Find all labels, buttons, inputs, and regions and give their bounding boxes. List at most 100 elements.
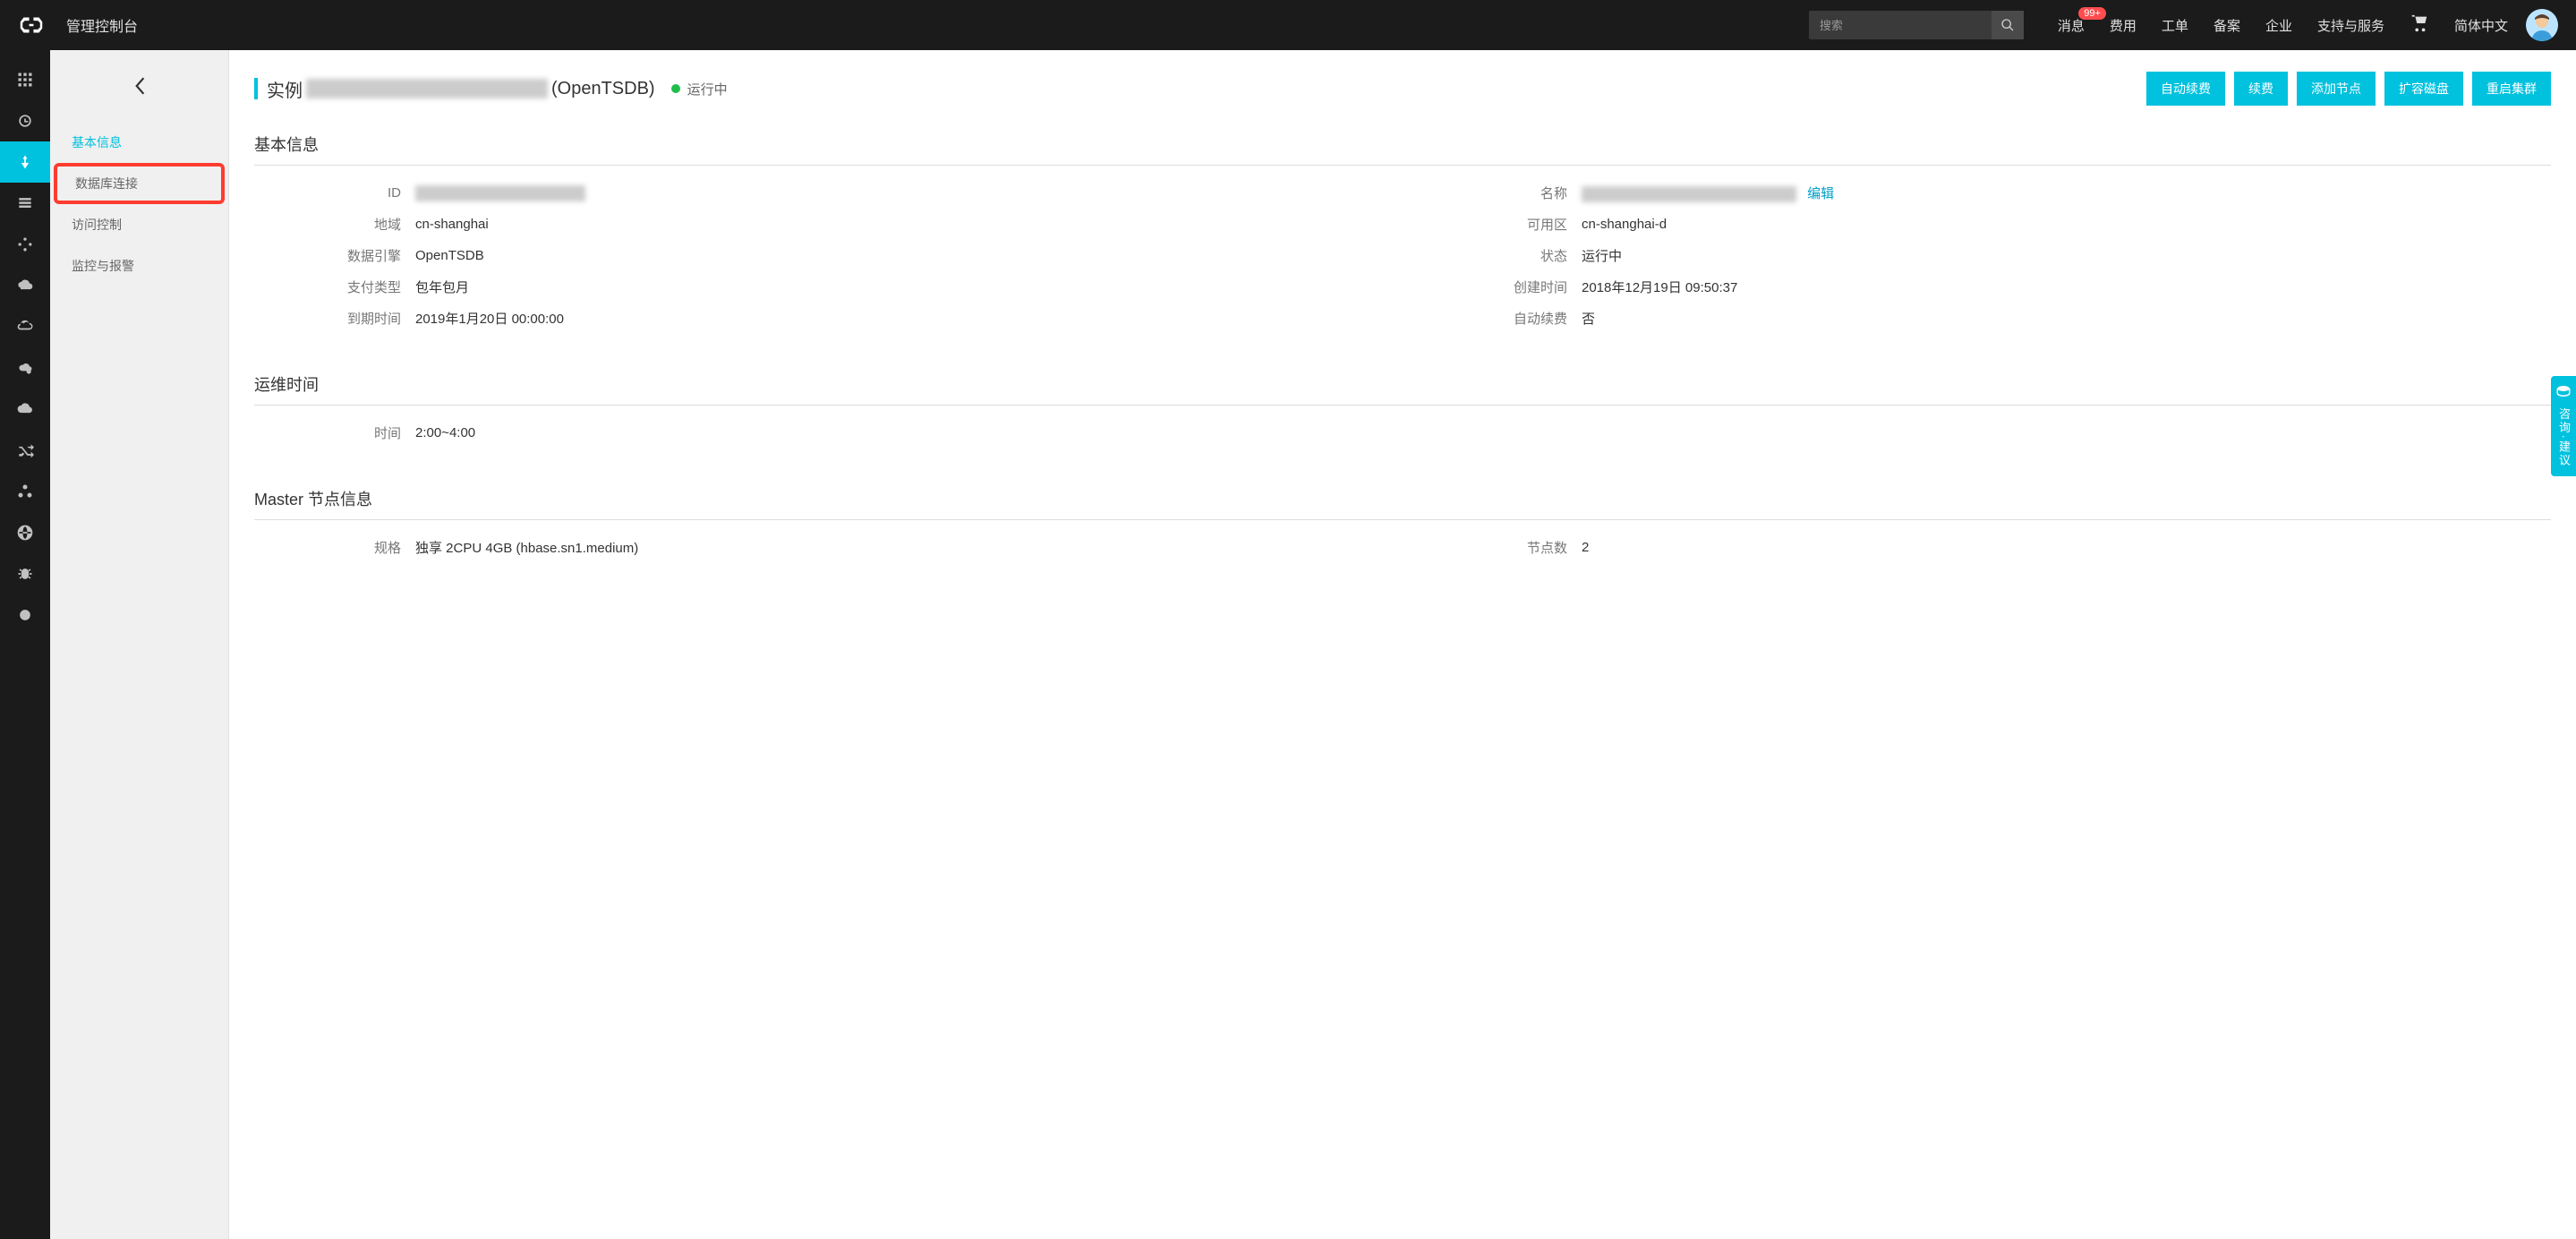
cloud-icon bbox=[16, 277, 34, 295]
side-help-text: 咨询·建议 bbox=[2557, 408, 2571, 467]
value-spec: 独享 2CPU 4GB (hbase.sn1.medium) bbox=[415, 538, 638, 557]
nav-beian[interactable]: 备案 bbox=[2213, 16, 2240, 35]
value-name: 编辑 bbox=[1582, 184, 1834, 202]
menu-sidebar: 基本信息 数据库连接 访问控制 监控与报警 bbox=[50, 50, 229, 1239]
add-node-button[interactable]: 添加节点 bbox=[2297, 72, 2376, 106]
cart-icon[interactable] bbox=[2410, 13, 2429, 38]
row-spec: 规格 独享 2CPU 4GB (hbase.sn1.medium) bbox=[254, 538, 1385, 557]
label-spec: 规格 bbox=[254, 538, 415, 557]
page-header: 实例 (OpenTSDB) 运行中 自动续费 续费 添加节点 扩容磁盘 重启集群 bbox=[254, 72, 2551, 106]
ops-grid: 时间 2:00~4:00 bbox=[254, 423, 2551, 442]
menu-item-db-connection[interactable]: 数据库连接 bbox=[54, 163, 225, 204]
value-payment: 包年包月 bbox=[415, 278, 469, 296]
content-area: 实例 (OpenTSDB) 运行中 自动续费 续费 添加节点 扩容磁盘 重启集群… bbox=[229, 50, 2576, 1239]
section-title-ops: 运维时间 bbox=[254, 372, 2551, 406]
value-expire: 2019年1月20日 00:00:00 bbox=[415, 309, 564, 328]
sidebar-icon-cloud2[interactable] bbox=[0, 306, 50, 347]
sidebar-icon-nodes[interactable] bbox=[0, 471, 50, 512]
renew-button[interactable]: 续费 bbox=[2234, 72, 2288, 106]
globe-icon bbox=[16, 524, 34, 542]
section-basic-info: 基本信息 ID 名称 编辑 地域 cn-shanghai bbox=[254, 132, 2551, 328]
sidebar-icon-cross[interactable] bbox=[0, 430, 50, 471]
auto-renew-button[interactable]: 自动续费 bbox=[2146, 72, 2225, 106]
sidebar-icon-database[interactable] bbox=[0, 183, 50, 224]
row-engine: 数据引擎 OpenTSDB bbox=[254, 246, 1385, 265]
value-status: 运行中 bbox=[1582, 246, 1622, 265]
value-engine: OpenTSDB bbox=[415, 248, 484, 263]
sidebar-icon-cloud3[interactable] bbox=[0, 347, 50, 389]
page-title-prefix: 实例 bbox=[267, 76, 303, 102]
row-expire: 到期时间 2019年1月20日 00:00:00 bbox=[254, 309, 1385, 328]
search-icon bbox=[2000, 18, 2015, 32]
row-auto-renew: 自动续费 否 bbox=[1420, 309, 2551, 328]
top-header: 管理控制台 消息 99+ 费用 工单 备案 企业 支持与服务 简体中文 bbox=[0, 0, 2576, 50]
menu-item-basic-info[interactable]: 基本信息 bbox=[50, 122, 228, 163]
master-grid: 规格 独享 2CPU 4GB (hbase.sn1.medium) 节点数 2 bbox=[254, 538, 2551, 557]
label-status: 状态 bbox=[1420, 246, 1582, 265]
shuffle-icon bbox=[16, 441, 34, 459]
nav-enterprise[interactable]: 企业 bbox=[2265, 16, 2292, 35]
expand-disk-button[interactable]: 扩容磁盘 bbox=[2384, 72, 2463, 106]
row-region: 地域 cn-shanghai bbox=[254, 215, 1385, 234]
search-button[interactable] bbox=[1992, 11, 2024, 39]
back-button[interactable] bbox=[50, 50, 228, 122]
row-status: 状态 运行中 bbox=[1420, 246, 2551, 265]
side-help-tab[interactable]: 咨询·建议 bbox=[2551, 376, 2576, 476]
sidebar-icon-circle[interactable] bbox=[0, 594, 50, 636]
value-zone: cn-shanghai-d bbox=[1582, 217, 1667, 232]
section-ops-time: 运维时间 时间 2:00~4:00 bbox=[254, 372, 2551, 442]
nav-messages[interactable]: 消息 99+ bbox=[2058, 16, 2085, 35]
sidebar-icon-dots[interactable] bbox=[0, 224, 50, 265]
sidebar-icon-bug[interactable] bbox=[0, 553, 50, 594]
value-node-count: 2 bbox=[1582, 540, 1589, 555]
row-zone: 可用区 cn-shanghai-d bbox=[1420, 215, 2551, 234]
sidebar-icon-cloud4[interactable] bbox=[0, 389, 50, 430]
redacted-id bbox=[415, 185, 585, 201]
label-ops-time: 时间 bbox=[254, 423, 415, 442]
page-title-wrap: 实例 (OpenTSDB) 运行中 bbox=[254, 76, 2146, 102]
nav-support[interactable]: 支持与服务 bbox=[2317, 16, 2384, 35]
avatar-icon bbox=[2526, 9, 2558, 41]
status-dot-icon bbox=[671, 84, 680, 93]
search-input[interactable] bbox=[1809, 19, 1992, 32]
menu-item-access-control[interactable]: 访问控制 bbox=[50, 204, 228, 245]
magnify-icon bbox=[16, 112, 34, 130]
row-ops-time: 时间 2:00~4:00 bbox=[254, 423, 1385, 442]
label-expire: 到期时间 bbox=[254, 309, 415, 328]
sidebar-icon-search[interactable] bbox=[0, 100, 50, 141]
cloud-outline-icon bbox=[16, 318, 34, 336]
language-selector[interactable]: 简体中文 bbox=[2454, 16, 2508, 35]
search-box bbox=[1809, 11, 2024, 39]
value-region: cn-shanghai bbox=[415, 217, 489, 232]
sidebar-icon-globe[interactable] bbox=[0, 512, 50, 553]
edit-name-link[interactable]: 编辑 bbox=[1807, 186, 1834, 201]
label-engine: 数据引擎 bbox=[254, 246, 415, 265]
value-ops-time: 2:00~4:00 bbox=[415, 425, 475, 440]
label-node-count: 节点数 bbox=[1420, 538, 1582, 557]
console-title: 管理控制台 bbox=[66, 14, 138, 36]
messages-badge: 99+ bbox=[2078, 7, 2106, 20]
section-master-node: Master 节点信息 规格 独享 2CPU 4GB (hbase.sn1.me… bbox=[254, 487, 2551, 557]
cloud-solid-icon bbox=[16, 400, 34, 418]
label-payment: 支付类型 bbox=[254, 278, 415, 296]
menu-item-monitoring[interactable]: 监控与报警 bbox=[50, 245, 228, 286]
nodes-icon bbox=[16, 483, 34, 500]
row-node-count: 节点数 2 bbox=[1420, 538, 2551, 557]
nav-messages-label: 消息 bbox=[2058, 19, 2085, 34]
logo-icon[interactable] bbox=[18, 15, 45, 35]
label-name: 名称 bbox=[1420, 184, 1582, 202]
circle-icon bbox=[16, 606, 34, 624]
sidebar-icon-cloud1[interactable] bbox=[0, 265, 50, 306]
sidebar-icon-active[interactable] bbox=[0, 141, 50, 183]
avatar[interactable] bbox=[2526, 9, 2558, 41]
label-zone: 可用区 bbox=[1420, 215, 1582, 234]
status-text: 运行中 bbox=[687, 80, 728, 98]
row-payment: 支付类型 包年包月 bbox=[254, 278, 1385, 296]
nav-billing[interactable]: 费用 bbox=[2110, 16, 2137, 35]
restart-cluster-button[interactable]: 重启集群 bbox=[2472, 72, 2551, 106]
clouds-icon bbox=[16, 359, 34, 377]
icon-sidebar bbox=[0, 50, 50, 1239]
nav-tickets[interactable]: 工单 bbox=[2162, 16, 2188, 35]
sidebar-icon-grid[interactable] bbox=[0, 59, 50, 100]
row-created: 创建时间 2018年12月19日 09:50:37 bbox=[1420, 278, 2551, 296]
